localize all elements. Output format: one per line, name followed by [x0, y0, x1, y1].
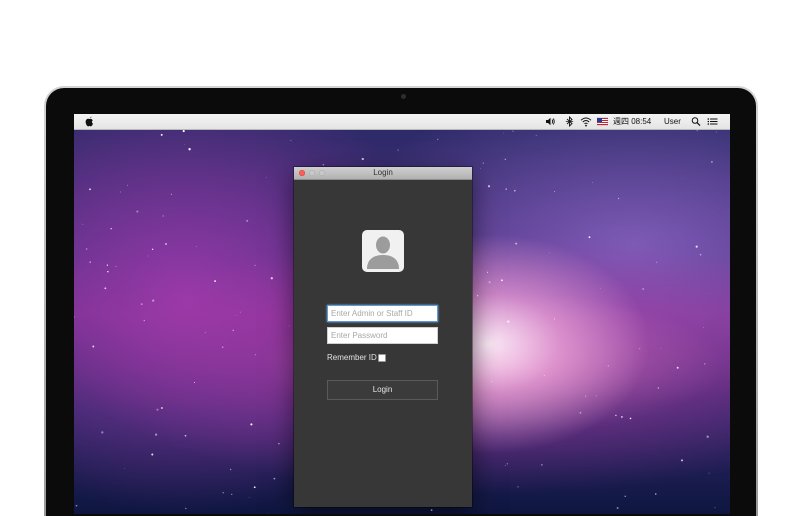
desktop-screen: 週四 08:54 User Login Enter Admin or Staff… [74, 114, 730, 514]
us-flag-icon[interactable] [597, 116, 608, 127]
laptop-frame: 週四 08:54 User Login Enter Admin or Staff… [44, 86, 758, 516]
bluetooth-icon[interactable] [565, 116, 574, 127]
camera-icon [401, 94, 406, 99]
remember-id-label: Remember ID [327, 353, 377, 362]
staff-id-input[interactable] [327, 305, 438, 322]
menubar-user[interactable]: User [664, 116, 681, 127]
screen-bezel: 週四 08:54 User Login Enter Admin or Staff… [46, 88, 756, 516]
login-button[interactable]: Login [327, 380, 438, 400]
wifi-icon[interactable] [580, 116, 592, 127]
volume-icon[interactable] [545, 116, 556, 127]
menubar-clock[interactable]: 週四 08:54 [613, 116, 651, 127]
password-input[interactable] [327, 327, 438, 344]
search-icon[interactable] [691, 116, 701, 127]
apple-icon[interactable] [85, 116, 94, 127]
user-silhouette-icon [362, 230, 404, 272]
notification-list-icon[interactable] [707, 116, 718, 127]
login-window: Login Remember ID Login [294, 167, 472, 507]
remember-id-checkbox[interactable] [378, 354, 386, 362]
window-titlebar[interactable]: Login [294, 167, 472, 180]
menu-bar: 週四 08:54 User [74, 114, 730, 130]
window-title: Login [373, 168, 393, 177]
